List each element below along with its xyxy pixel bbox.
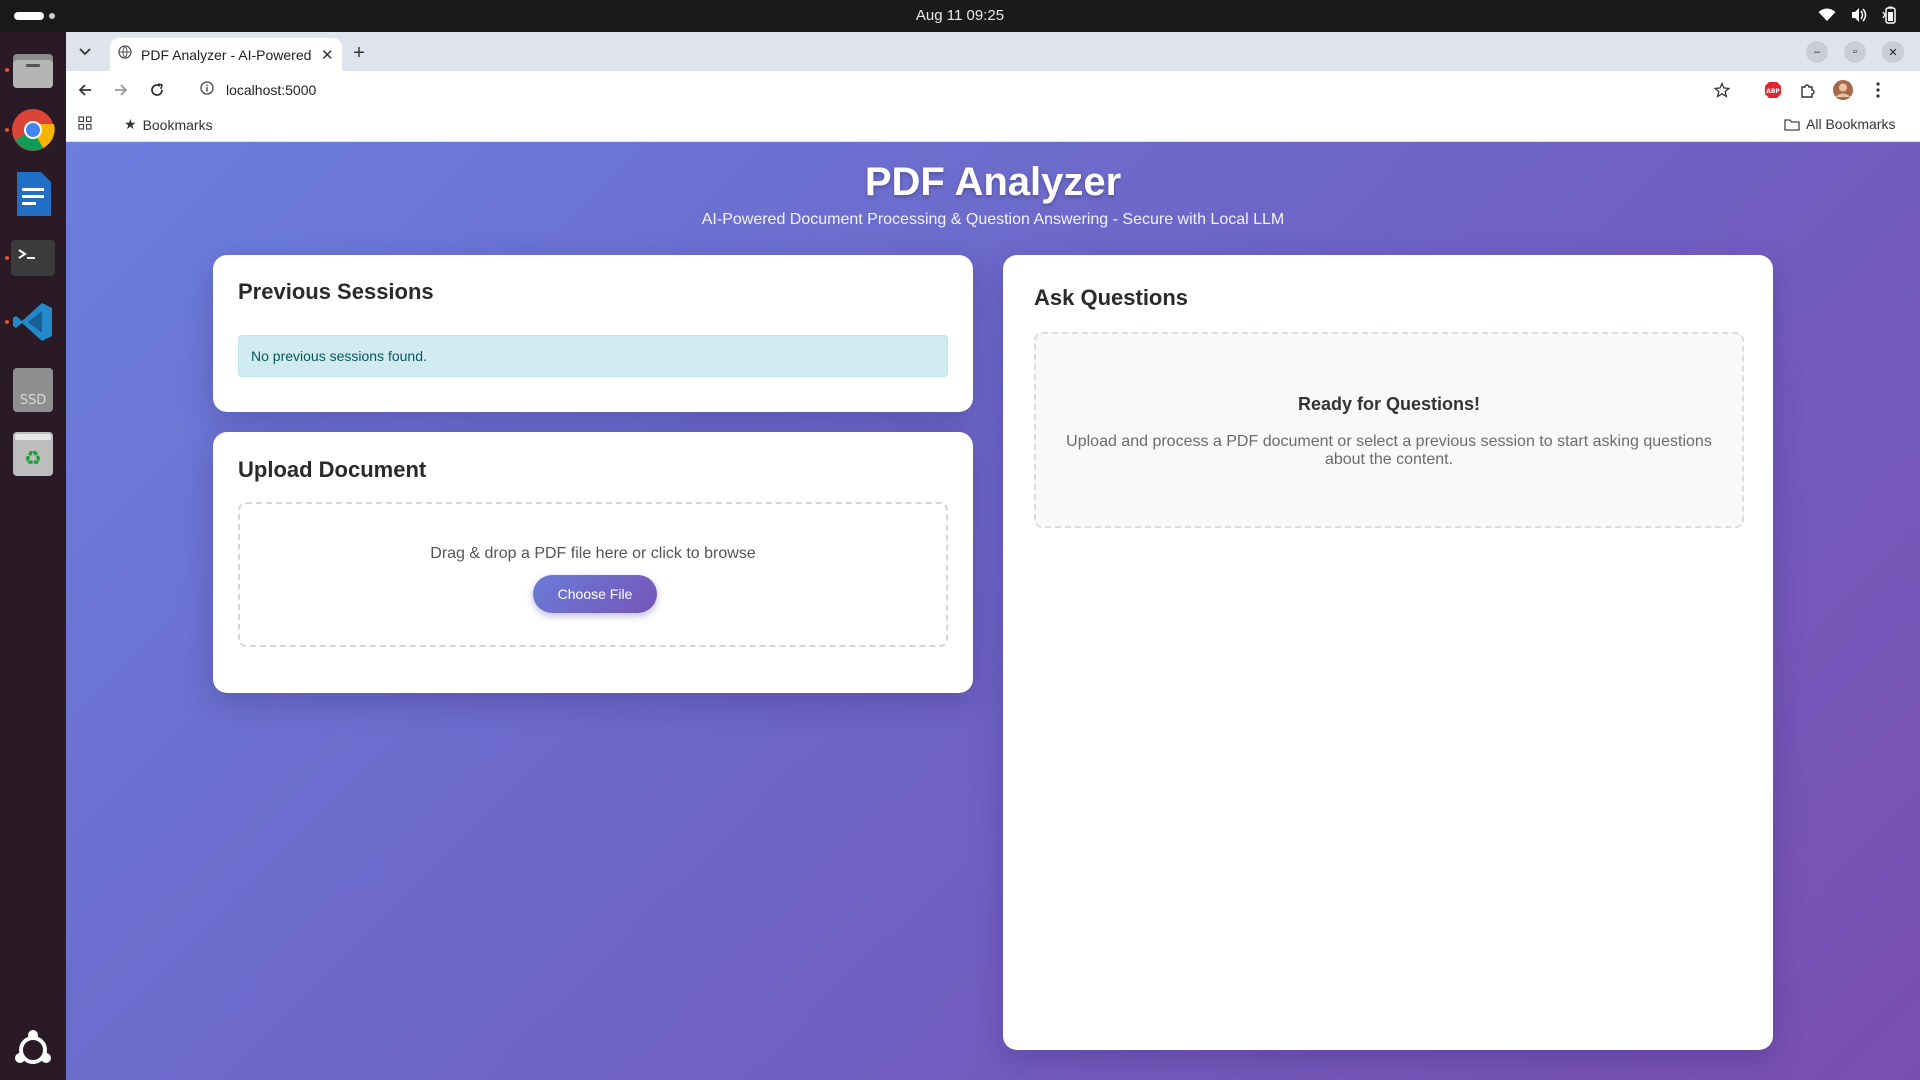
apps-grid-icon[interactable]: [78, 116, 92, 130]
browser-menu-icon[interactable]: [1865, 77, 1891, 103]
folder-icon: [1784, 118, 1800, 131]
page-subtitle: AI-Powered Document Processing & Questio…: [701, 211, 1285, 228]
reload-icon: [151, 83, 163, 96]
no-sessions-alert: No previous sessions found.: [238, 335, 948, 377]
browser-toolbar: localhost:5000 ABP: [66, 71, 1920, 108]
ask-questions-card: Ask Questions Ready for Questions! Uploa…: [1003, 255, 1773, 1050]
ssd-label: SSD: [20, 393, 47, 408]
tab-pdf-analyzer[interactable]: PDF Analyzer - AI-Powered Document Proce…: [110, 38, 342, 71]
address-bar[interactable]: localhost:5000: [186, 74, 1746, 106]
terminal-icon[interactable]: [5, 236, 55, 280]
system-top-bar: Aug 11 09:25: [0, 0, 1920, 32]
ask-questions-heading: Ask Questions: [1034, 285, 1189, 310]
wifi-icon: [1818, 8, 1836, 22]
clock[interactable]: Aug 11 09:25: [0, 7, 1920, 24]
tab-strip: PDF Analyzer - AI-Powered Document Proce…: [66, 32, 1920, 71]
minimize-button[interactable]: –: [1806, 41, 1828, 63]
vscode-icon[interactable]: [5, 300, 55, 344]
forward-arrow-icon: [115, 84, 128, 96]
system-tray[interactable]: [1818, 6, 1898, 24]
restore-button[interactable]: ▫: [1844, 41, 1866, 63]
ready-title: Ready for Questions!: [1297, 394, 1481, 414]
ubuntu-logo-icon[interactable]: [11, 1028, 55, 1072]
running-indicator: [5, 256, 9, 260]
upload-document-card: Upload Document Drag & drop a PDF file h…: [213, 432, 973, 693]
dock: SSD ♻: [0, 32, 66, 1080]
extensions-puzzle-icon[interactable]: [1795, 77, 1821, 103]
all-bookmarks-button[interactable]: All Bookmarks: [1784, 116, 1895, 132]
bookmarks-label: Bookmarks: [142, 116, 213, 133]
dropzone-text: Drag & drop a PDF file here or click to …: [430, 545, 756, 562]
ready-description: Upload and process a PDF document or sel…: [1066, 433, 1712, 468]
svg-text:ABP: ABP: [1766, 88, 1780, 95]
trash-icon[interactable]: ♻: [11, 432, 55, 476]
files-icon[interactable]: [5, 48, 55, 92]
tab-search-button[interactable]: [72, 39, 98, 65]
previous-sessions-card: Previous Sessions No previous sessions f…: [213, 255, 973, 412]
bookmark-star-icon[interactable]: [1709, 77, 1735, 103]
all-bookmarks-label: All Bookmarks: [1806, 116, 1896, 132]
writer-icon[interactable]: [11, 172, 55, 216]
chrome-icon[interactable]: [5, 108, 55, 152]
back-button[interactable]: [72, 77, 98, 103]
running-indicator: [5, 320, 9, 324]
close-tab-icon[interactable]: ✕: [321, 46, 334, 64]
ssd-icon[interactable]: SSD: [11, 368, 55, 412]
svg-text:♻: ♻: [24, 446, 42, 470]
site-info-icon[interactable]: [200, 80, 214, 100]
url-text: localhost:5000: [226, 82, 317, 98]
reload-button[interactable]: [144, 77, 170, 103]
upload-document-heading: Upload Document: [238, 457, 427, 482]
ready-placeholder: Ready for Questions! Upload and process …: [1034, 332, 1744, 528]
forward-button[interactable]: [108, 77, 134, 103]
back-arrow-icon: [78, 84, 91, 96]
close-window-button[interactable]: ✕: [1882, 41, 1904, 63]
star-icon: ★: [124, 116, 137, 132]
pdf-dropzone[interactable]: Drag & drop a PDF file here or click to …: [238, 502, 948, 647]
adblock-icon[interactable]: ABP: [1760, 77, 1786, 103]
running-indicator: [5, 68, 9, 72]
battery-icon: [1882, 6, 1898, 24]
globe-icon: [118, 45, 132, 64]
choose-file-button[interactable]: Choose File: [533, 575, 657, 613]
bookmarks-folder[interactable]: ★ Bookmarks: [124, 116, 213, 133]
page-title: PDF Analyzer: [864, 160, 1122, 204]
new-tab-button[interactable]: +: [346, 40, 372, 66]
previous-sessions-heading: Previous Sessions: [238, 279, 434, 304]
chevron-down-icon: [79, 48, 91, 56]
bookmarks-bar: ★ Bookmarks All Bookmarks: [66, 108, 1920, 142]
running-indicator: [5, 128, 9, 132]
volume-icon: [1850, 7, 1868, 23]
page-content: PDF Analyzer AI-Powered Document Process…: [66, 142, 1920, 1080]
tab-title: PDF Analyzer - AI-Powered Document Proce…: [141, 46, 313, 63]
profile-avatar[interactable]: [1830, 77, 1856, 103]
browser-window: PDF Analyzer - AI-Powered Document Proce…: [66, 32, 1920, 1080]
